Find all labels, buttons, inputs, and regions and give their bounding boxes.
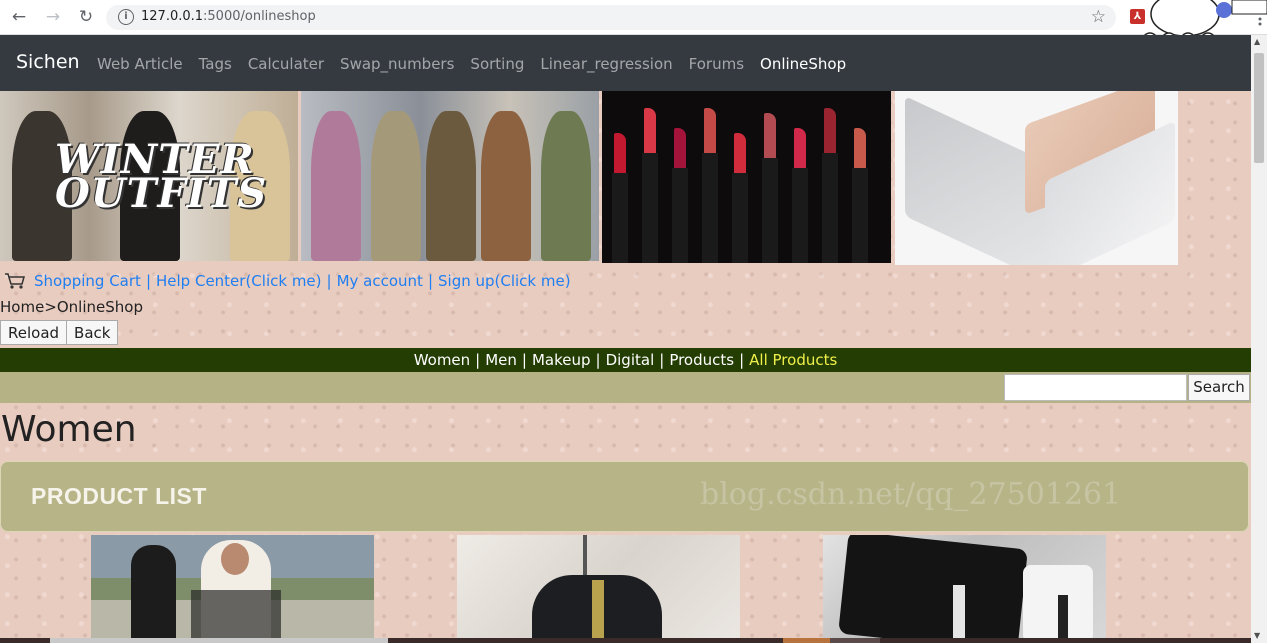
reload-icon[interactable]: ↻ [75,6,97,28]
scroll-up-arrow-icon[interactable]: ▲ [1254,37,1260,46]
shopping-cart-icon [5,273,25,289]
winter-outfits-text: WINTER OUTFITS [55,140,267,214]
winter-line-2: OUTFITS [55,170,268,217]
search-button[interactable]: Search [1188,374,1250,401]
category-men[interactable]: Men [485,351,517,369]
lipstick-banner-image[interactable] [602,91,891,263]
back-button[interactable]: Back [67,320,119,345]
category-separator: | [659,351,665,369]
product-image-pants[interactable] [823,535,1106,643]
back-arrow-icon[interactable]: ← [8,6,30,28]
nav-item-sorting[interactable]: Sorting [470,55,524,73]
vertical-scrollbar[interactable]: ▲ ▼ [1251,35,1267,643]
address-bar[interactable]: i 127.0.0.1:5000/onlineshop ☆ [106,5,1116,30]
taskbar-strip [0,638,1251,643]
search-input[interactable] [1004,374,1187,401]
watermark-text: blog.csdn.net/qq_27501261 [700,477,1122,512]
my-account-link[interactable]: My account [337,272,423,290]
section-title: Women [1,409,137,450]
page-content: Sichen Web Article Tags Calculater Swap_… [0,35,1251,643]
url-path: :5000/onlineshop [203,9,316,24]
men-fashion-banner-image[interactable] [301,91,599,261]
product-grid [0,535,1251,643]
scrollbar-thumb[interactable] [1254,53,1264,163]
link-separator: | [145,272,151,290]
account-links: Shopping Cart | Help Center(Click me) | … [4,271,571,291]
url-text: 127.0.0.1:5000/onlineshop [141,9,316,24]
brand-link[interactable]: Sichen [16,51,80,73]
shopping-cart-link[interactable]: Shopping Cart [34,272,141,290]
banner-row: WINTER OUTFITS [0,91,1180,267]
nav-item-calculater[interactable]: Calculater [248,55,324,73]
sign-up-link[interactable]: Sign up(Click me) [438,272,571,290]
category-makeup[interactable]: Makeup [532,351,591,369]
nav-links: Web Article Tags Calculater Swap_numbers… [97,55,862,73]
category-all-products[interactable]: All Products [749,351,837,369]
product-image-women-dress[interactable] [91,535,374,643]
link-separator: | [326,272,332,290]
winter-outfits-banner-image[interactable]: WINTER OUTFITS [0,91,298,261]
nav-item-tags[interactable]: Tags [199,55,232,73]
category-digital[interactable]: Digital [606,351,655,369]
search-row: Search [0,372,1251,403]
category-women[interactable]: Women [414,351,470,369]
page-buttons: Reload Back [0,320,119,345]
breadcrumb: Home>OnlineShop [0,298,143,316]
link-separator: | [427,272,433,290]
nav-item-web-article[interactable]: Web Article [97,55,183,73]
laptop-banner-image[interactable] [895,91,1178,265]
nav-item-onlineshop[interactable]: OnlineShop [760,55,846,73]
site-info-icon[interactable]: i [118,9,134,25]
site-navbar: Sichen Web Article Tags Calculater Swap_… [0,35,1251,91]
product-image-men-jacket[interactable] [457,535,740,643]
category-separator: | [739,351,745,369]
nav-item-forums[interactable]: Forums [689,55,744,73]
bookmark-star-icon[interactable]: ☆ [1091,7,1106,27]
scroll-down-arrow-icon[interactable]: ▼ [1254,631,1260,640]
nav-item-swap-numbers[interactable]: Swap_numbers [340,55,454,73]
product-list-label: PRODUCT LIST [31,483,207,509]
help-center-link[interactable]: Help Center(Click me) [156,272,322,290]
nav-item-linear-regression[interactable]: Linear_regression [540,55,672,73]
product-list-header: PRODUCT LIST blog.csdn.net/qq_27501261 [0,461,1249,532]
category-separator: | [475,351,481,369]
category-products[interactable]: Products [669,351,734,369]
category-separator: | [521,351,527,369]
forward-arrow-icon[interactable]: → [42,6,64,28]
category-bar: Women | Men | Makeup | Digital | Products | All Pr… [0,348,1251,372]
url-host: 127.0.0.1 [141,9,204,24]
category-separator: | [595,351,601,369]
browser-toolbar: ← → ↻ i 127.0.0.1:5000/onlineshop ☆ ⅄ [0,0,1267,48]
reload-button[interactable]: Reload [0,320,68,345]
